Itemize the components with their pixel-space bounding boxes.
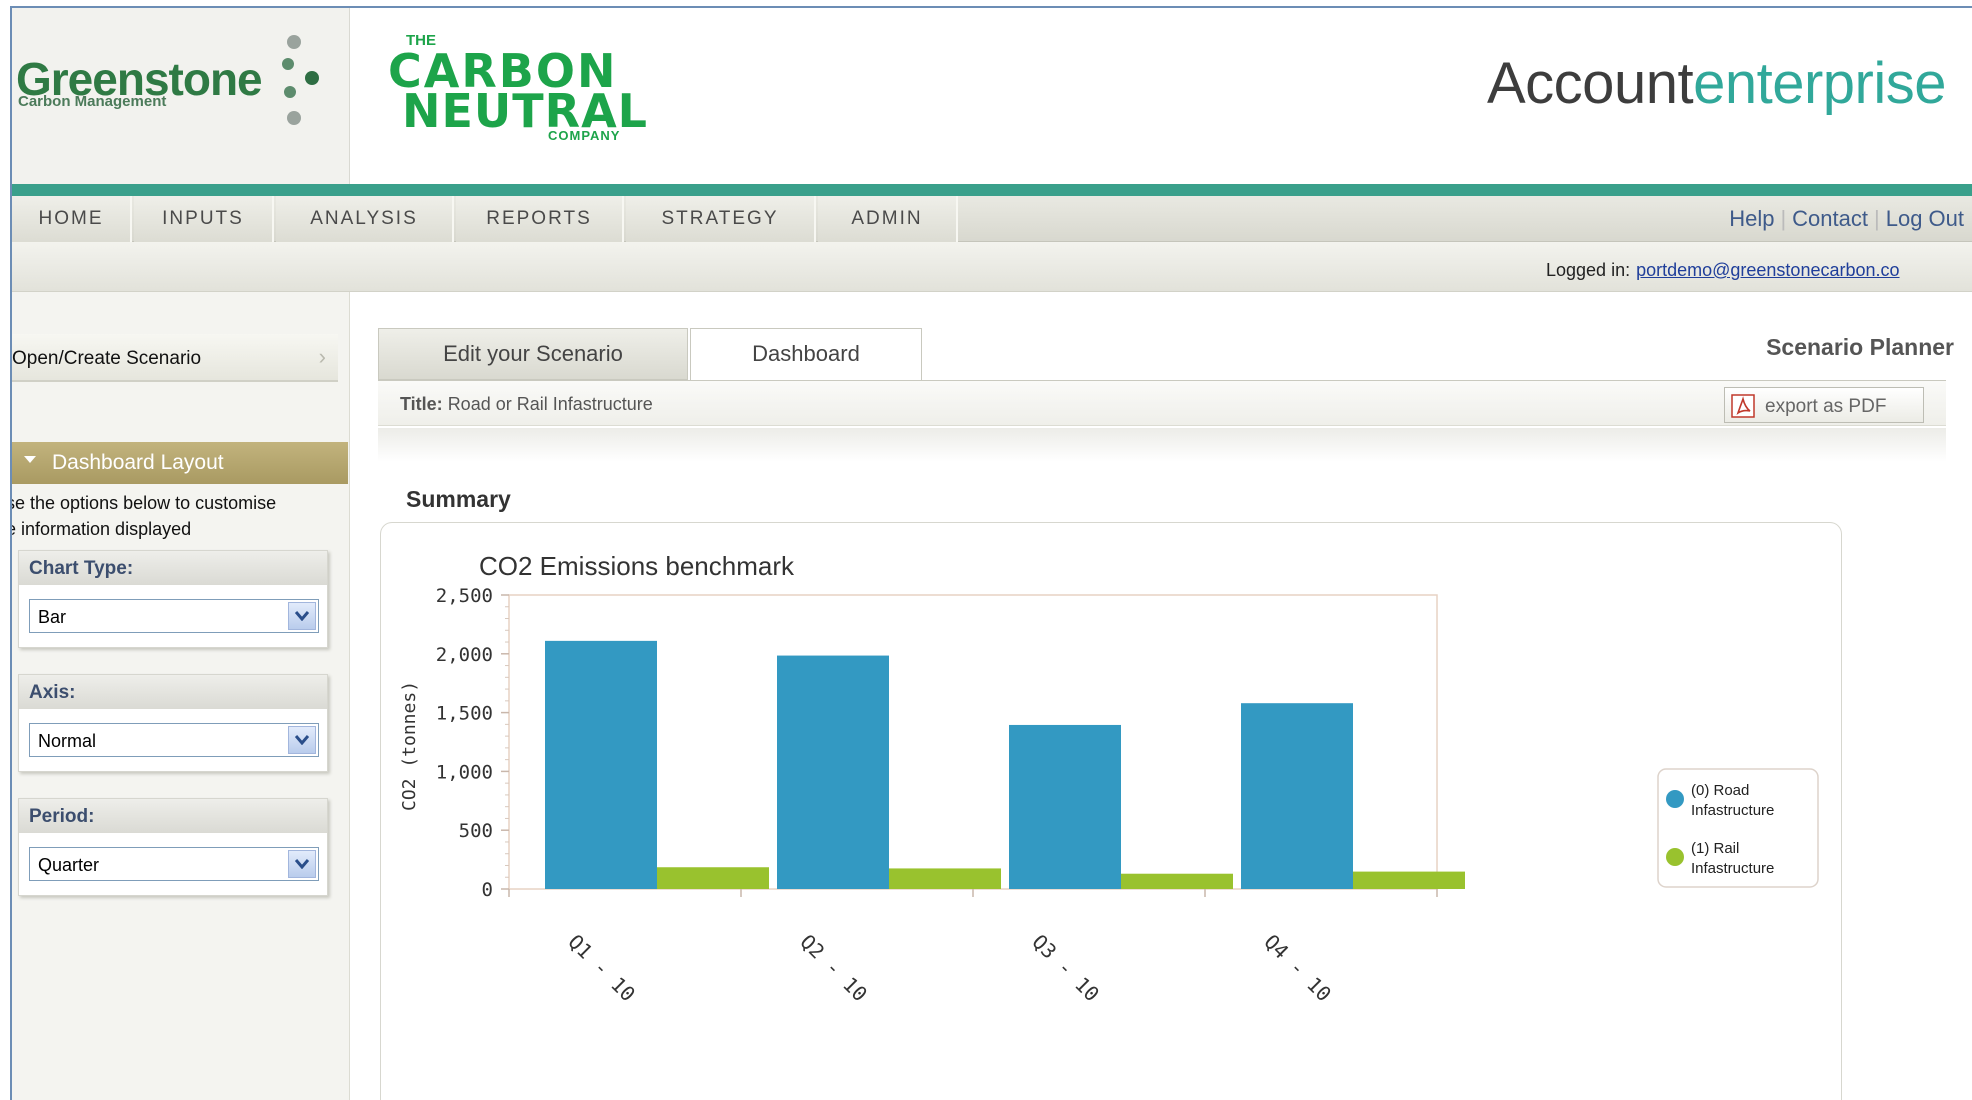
- cn-company-text: COMPANY: [548, 128, 621, 143]
- bar-road: [1241, 703, 1353, 889]
- x-tick-label: Q1 - 10: [563, 930, 640, 1007]
- nav-strategy[interactable]: STRATEGY: [626, 196, 816, 242]
- y-tick-label: 1,000: [436, 761, 493, 783]
- logout-link[interactable]: Log Out: [1886, 206, 1964, 231]
- x-tick-label: Q2 - 10: [795, 930, 872, 1007]
- nav-inputs[interactable]: INPUTS: [134, 196, 274, 242]
- main-nav: HOME INPUTS ANALYSIS REPORTS STRATEGY AD…: [12, 196, 1972, 242]
- period-label: Period:: [29, 806, 95, 827]
- scenario-title-bar: Title: Road or Rail Infastructure export…: [378, 380, 1946, 426]
- nav-admin[interactable]: ADMIN: [818, 196, 958, 242]
- greenstone-subtitle: Carbon Management: [18, 93, 167, 110]
- open-create-scenario-button[interactable]: Open/Create Scenario ›: [12, 334, 338, 382]
- chevron-right-icon: ›: [318, 344, 326, 369]
- chevron-down-icon[interactable]: [288, 726, 316, 754]
- brand-part3: enterprise: [1693, 51, 1946, 116]
- nav-home[interactable]: HOME: [12, 196, 132, 242]
- app-frame: Greenstone Carbon Management THE CARBON …: [10, 6, 1972, 1100]
- y-tick-label: 1,500: [436, 703, 493, 725]
- bar-road: [777, 655, 889, 889]
- y-tick-label: 500: [459, 820, 493, 842]
- y-tick-label: 2,500: [436, 585, 493, 607]
- bar-rail: [657, 867, 769, 889]
- login-status: Logged in: portdemo@greenstonecarbon.co: [1546, 260, 1900, 281]
- legend-marker: [1666, 790, 1684, 808]
- chart-type-panel: Chart Type: Bar: [18, 550, 328, 648]
- period-value: Quarter: [38, 855, 100, 875]
- contact-link[interactable]: Contact: [1792, 206, 1868, 231]
- title-prefix: Title:: [400, 394, 443, 414]
- dashboard-layout-description: se the options below to customise e info…: [10, 490, 348, 542]
- summary-heading: Summary: [406, 486, 511, 512]
- axis-value: Normal: [38, 731, 97, 751]
- period-panel: Period: Quarter: [18, 798, 328, 896]
- utility-links: Help | Contact | Log Out: [1729, 206, 1964, 231]
- header: Greenstone Carbon Management THE CARBON …: [12, 8, 1972, 184]
- nav-analysis[interactable]: ANALYSIS: [276, 196, 454, 242]
- y-axis-label: CO2 (tonnes): [399, 681, 420, 811]
- nav-reports[interactable]: REPORTS: [456, 196, 624, 242]
- pdf-icon: [1731, 394, 1755, 418]
- collapse-arrow-icon: [24, 456, 36, 463]
- logged-in-label: Logged in:: [1546, 260, 1631, 280]
- axis-label: Axis:: [29, 682, 76, 703]
- chart-title: CO2 Emissions benchmark: [479, 551, 795, 581]
- greenstone-logo[interactable]: Greenstone Carbon Management: [12, 8, 350, 184]
- chevron-down-icon[interactable]: [288, 850, 316, 878]
- description-line-2: e information displayed: [10, 519, 192, 539]
- chart-type-label: Chart Type:: [29, 558, 134, 579]
- title-value: Road or Rail Infastructure: [447, 394, 653, 414]
- bar-road: [1009, 724, 1121, 889]
- x-tick-label: Q4 - 10: [1259, 930, 1336, 1007]
- x-tick-label: Q3 - 10: [1027, 930, 1104, 1007]
- period-select[interactable]: Quarter: [29, 847, 319, 881]
- carbon-neutral-logo[interactable]: THE CARBON NEUTRAL COMPANY: [384, 28, 654, 144]
- bar-rail: [889, 868, 1001, 889]
- axis-panel: Axis: Normal: [18, 674, 328, 772]
- chart-type-select[interactable]: Bar: [29, 599, 319, 633]
- export-pdf-label: export as PDF: [1765, 396, 1887, 417]
- y-tick-label: 2,000: [436, 644, 493, 666]
- legend-marker: [1666, 848, 1684, 866]
- sidebar: Open/Create Scenario › Dashboard Layout …: [12, 292, 350, 1100]
- help-link[interactable]: Help: [1729, 206, 1774, 231]
- login-bar: Logged in: portdemo@greenstonecarbon.co: [12, 242, 1972, 292]
- logged-in-email-link[interactable]: portdemo@greenstonecarbon.co: [1636, 260, 1899, 280]
- export-pdf-button[interactable]: export as PDF: [1724, 387, 1924, 423]
- scenario-title: Title: Road or Rail Infastructure: [400, 394, 653, 415]
- account-enterprise-logo[interactable]: Accountenterprise: [1486, 50, 1947, 117]
- tab-dashboard[interactable]: Dashboard: [690, 328, 922, 382]
- open-create-label: Open/Create Scenario: [12, 348, 202, 369]
- chart-type-value: Bar: [38, 607, 67, 627]
- teal-divider: [12, 184, 1972, 196]
- dashboard-layout-header[interactable]: Dashboard Layout: [12, 442, 348, 484]
- scenario-planner-title: Scenario Planner: [1766, 334, 1954, 360]
- chart-card: CO2 Emissions benchmark 0 500 1,000 1,500 2,0…: [380, 522, 1842, 1100]
- greenstone-dots-icon: [282, 35, 319, 125]
- axis-select[interactable]: Normal: [29, 723, 319, 757]
- bar-rail: [1121, 873, 1233, 889]
- chevron-down-icon[interactable]: [288, 602, 316, 630]
- main-content: Edit your Scenario Dashboard Scenario Pl…: [350, 292, 1972, 1100]
- description-line-1: se the options below to customise: [10, 493, 277, 513]
- bar-road: [545, 640, 657, 889]
- bar-rail: [1353, 871, 1465, 889]
- y-tick-label: 0: [482, 879, 493, 901]
- brand-part1: Acco: [1486, 51, 1614, 116]
- brand-part2: unt: [1613, 51, 1694, 116]
- co2-emissions-chart: CO2 Emissions benchmark 0 500 1,000 1,500 2,0…: [399, 551, 1819, 1007]
- tab-edit-scenario[interactable]: Edit your Scenario: [378, 328, 688, 380]
- dashboard-layout-label: Dashboard Layout: [52, 451, 224, 474]
